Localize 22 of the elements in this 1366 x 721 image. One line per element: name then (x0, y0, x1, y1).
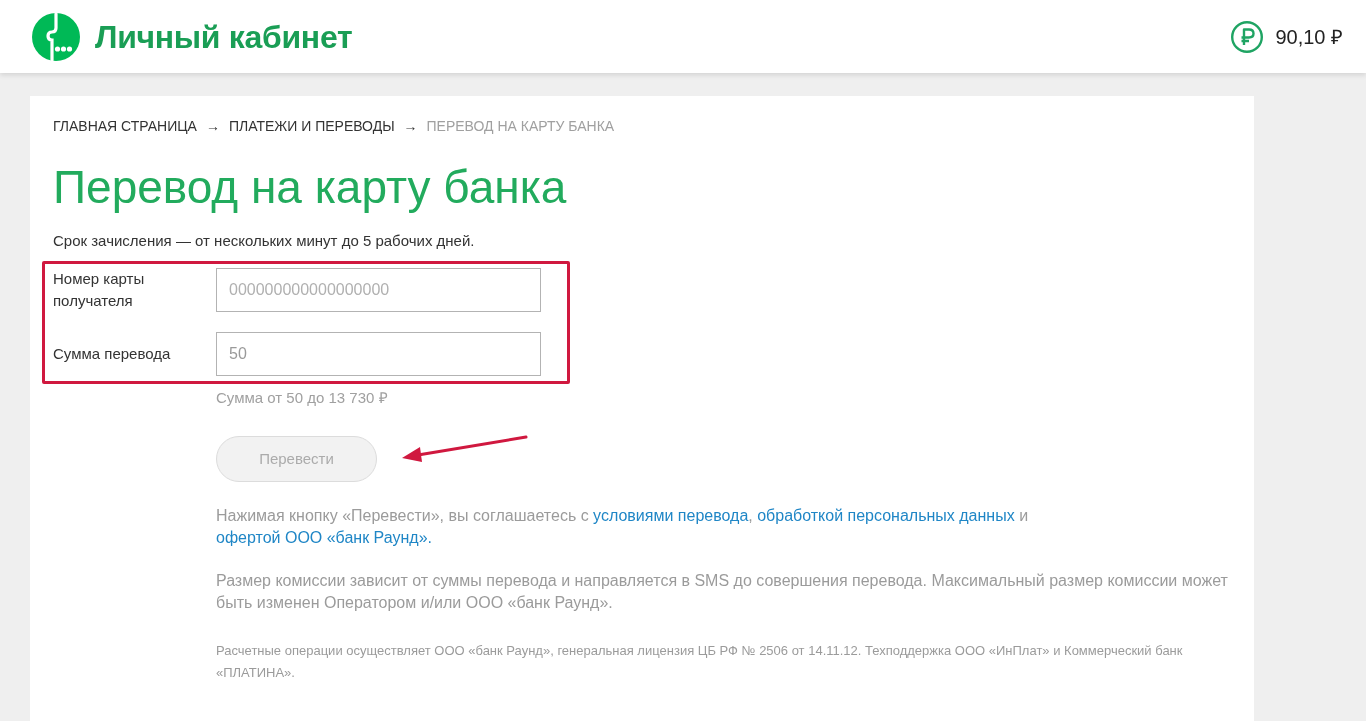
field-label: Номер карты получателя (53, 269, 146, 311)
amount-hint: Сумма от 50 до 13 730 ₽ (216, 388, 389, 408)
breadcrumb-separator: → (403, 117, 418, 136)
consent-paragraph: Нажимая кнопку «Перевести», вы соглашаетесь с условиями перевода, обработкой персональных данных и офертой ООО «банк Раунд». (216, 506, 1030, 548)
logo-text: Личный кабинет (95, 17, 353, 57)
logo-icon (32, 12, 80, 61)
ruble-icon (1231, 20, 1264, 53)
page-title: Перевод на карту банка (53, 160, 568, 214)
legal-note: Расчетные операции осуществляет ООО «банк Раунд», генеральная лицензия ЦБ РФ № 2506 от 14.11.12. Техподдержка ООО «ИнПлат» и Коммерческий банк «ПЛАТИНА». (216, 642, 1184, 682)
breadcrumb-separator: → (205, 117, 220, 136)
field-label: Сумма перевода (53, 344, 172, 364)
input-field[interactable]: 50 (216, 332, 541, 376)
terms-link[interactable]: обработкой персональных данных (757, 507, 1015, 524)
breadcrumb-link[interactable]: ГЛАВНАЯ СТРАНИЦА (53, 116, 197, 136)
commission-paragraph: Размер комиссии зависит от суммы перевода и направляется в SMS до совершения перевода. Максимальный размер комиссии может быть изменен Оператором и/или ООО «банк Раунд». (216, 571, 1228, 613)
terms-link[interactable]: условиями перевода (593, 507, 749, 524)
input-field[interactable]: 000000000000000000 (216, 268, 541, 312)
balance-amount: 90,10 ₽ (1275, 24, 1343, 50)
subtitle-text: Срок зачисления — от нескольких минут до 5 рабочих дней. (53, 231, 476, 251)
breadcrumb-link[interactable]: ПЛАТЕЖИ И ПЕРЕВОДЫ (228, 116, 395, 136)
breadcrumb-link[interactable]: ПЕРЕВОД НА КАРТУ БАНКА (426, 116, 615, 136)
terms-link[interactable]: офертой ООО «банк Раунд». (216, 529, 432, 546)
